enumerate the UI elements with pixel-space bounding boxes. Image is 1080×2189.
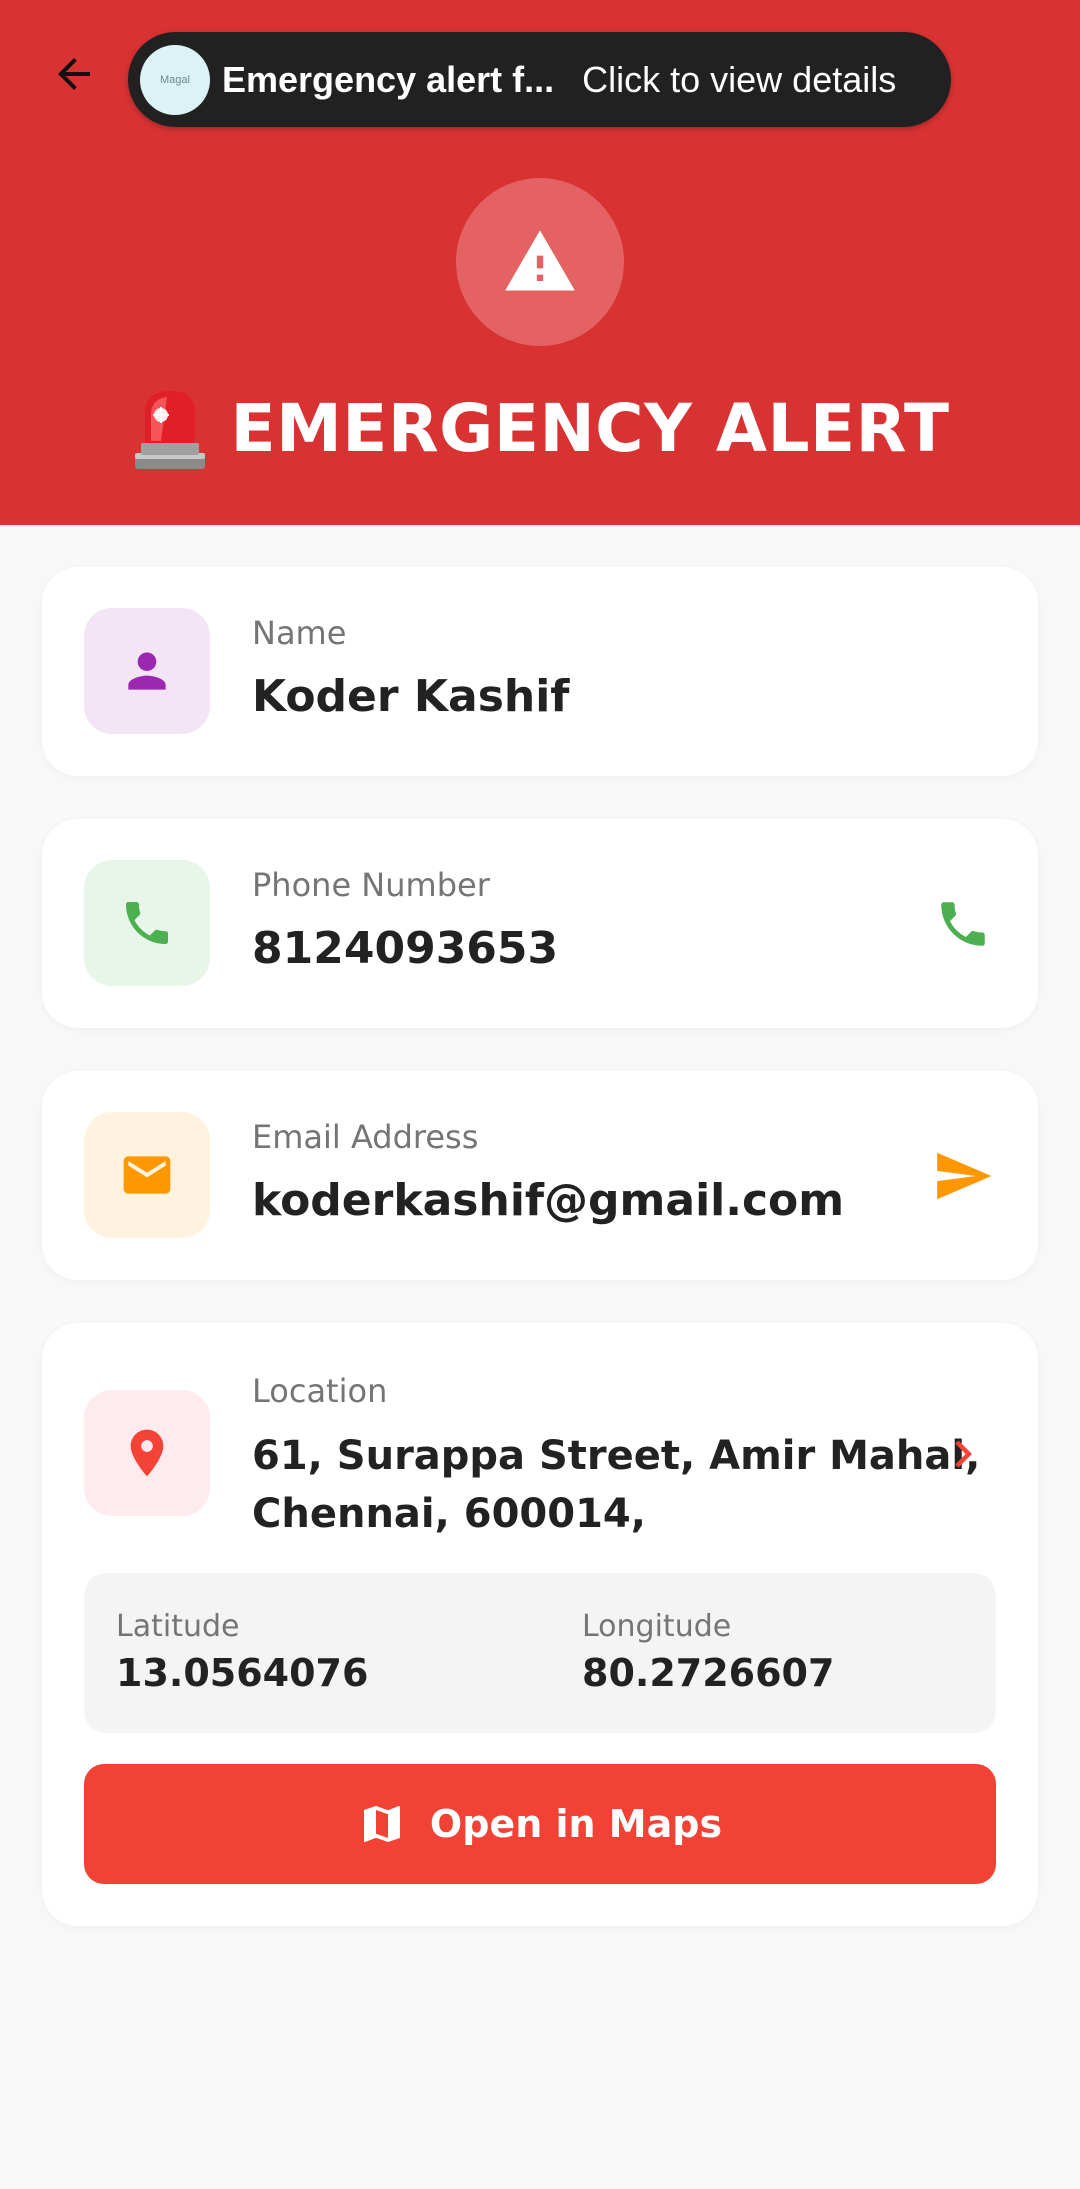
phone-card: Phone Number 8124093653 — [42, 819, 1038, 1028]
alert-title-row: EMERGENCY ALERT — [0, 385, 1080, 471]
location-card: Location 61, Surappa Street, Amir Mahal,… — [42, 1323, 1038, 1926]
email-label: Email Address — [252, 1118, 479, 1156]
phone-icon — [126, 902, 168, 944]
back-button[interactable] — [44, 44, 104, 104]
phone-label: Phone Number — [252, 866, 490, 904]
call-icon — [941, 902, 985, 946]
open-in-maps-button[interactable]: Open in Maps — [84, 1764, 996, 1884]
location-label: Location — [252, 1372, 388, 1410]
person-icon — [128, 652, 166, 690]
chevron-right-icon — [955, 1440, 972, 1468]
coordinates-panel: Latitude 13.0564076 Longitude 80.2726607 — [84, 1573, 996, 1733]
mail-icon — [123, 1156, 171, 1194]
emergency-header: Magal Emergency alert f... Click to view… — [0, 0, 1080, 525]
app-avatar: Magal — [140, 44, 210, 115]
address-line-1: 61, Surappa Street, Amir Mahal, — [252, 1433, 981, 1479]
name-value: Koder Kashif — [252, 671, 570, 722]
call-button[interactable] — [928, 889, 998, 959]
email-icon-box — [84, 1112, 210, 1238]
longitude-value: 80.2726607 — [582, 1651, 835, 1695]
email-card: Email Address koderkashif@gmail.com — [42, 1071, 1038, 1280]
phone-icon-box — [84, 860, 210, 986]
location-pin-icon — [130, 1429, 164, 1477]
email-value: koderkashif@gmail.com — [252, 1175, 845, 1226]
map-icon — [363, 1806, 400, 1842]
phone-value: 8124093653 — [252, 923, 559, 974]
notification-pill[interactable]: Magal Emergency alert f... Click to view… — [128, 32, 951, 127]
address-line-2: Chennai, 600014, — [252, 1491, 646, 1537]
warning-icon — [505, 230, 575, 291]
location-details-button[interactable] — [928, 1419, 998, 1489]
alert-title: EMERGENCY ALERT — [230, 389, 950, 467]
siren-icon — [134, 391, 205, 469]
name-icon-box — [84, 608, 210, 734]
notification-subtitle: Click to view details — [582, 58, 897, 100]
latitude-label: Latitude — [116, 1609, 240, 1644]
location-icon-box — [84, 1390, 210, 1516]
send-email-button[interactable] — [928, 1141, 998, 1211]
notification-title: Emergency alert f... — [222, 58, 555, 100]
send-icon — [937, 1152, 992, 1200]
longitude-label: Longitude — [582, 1609, 732, 1644]
arrow-back-icon — [58, 58, 90, 90]
name-card: Name Koder Kashif — [42, 567, 1038, 776]
latitude-value: 13.0564076 — [116, 1651, 369, 1695]
warning-badge — [456, 178, 624, 346]
location-address: 61, Surappa Street, Amir Mahal, Chennai,… — [252, 1427, 980, 1543]
open-in-maps-label: Open in Maps — [429, 1802, 723, 1846]
name-label: Name — [252, 614, 347, 652]
